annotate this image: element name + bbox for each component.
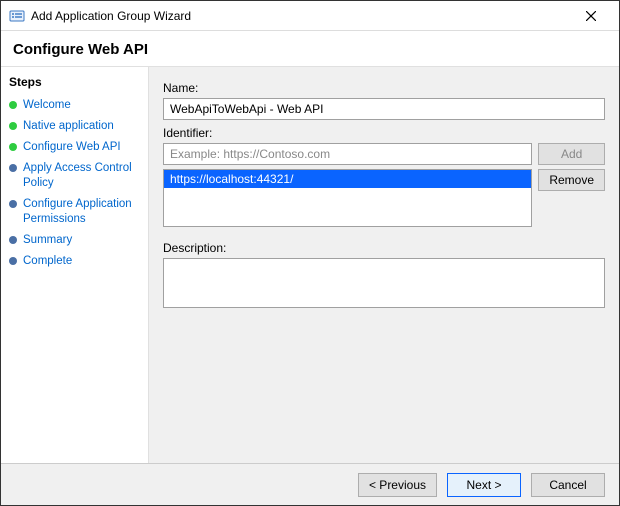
step-bullet-icon xyxy=(9,257,17,265)
step-bullet-icon xyxy=(9,101,17,109)
step-bullet-icon xyxy=(9,122,17,130)
form-panel: Name: Identifier: https://localhost:4432… xyxy=(149,67,619,463)
step-welcome[interactable]: Welcome xyxy=(9,95,140,116)
step-label: Complete xyxy=(23,254,72,269)
window-title: Add Application Group Wizard xyxy=(31,9,571,23)
steps-title: Steps xyxy=(9,75,140,89)
step-summary[interactable]: Summary xyxy=(9,230,140,251)
step-bullet-icon xyxy=(9,200,17,208)
step-label: Native application xyxy=(23,119,114,134)
step-configure-web-api[interactable]: Configure Web API xyxy=(9,137,140,158)
identifier-list-item[interactable]: https://localhost:44321/ xyxy=(164,170,531,188)
previous-button[interactable]: < Previous xyxy=(358,473,437,497)
step-complete[interactable]: Complete xyxy=(9,251,140,272)
close-button[interactable] xyxy=(571,2,611,30)
step-label: Apply Access Control Policy xyxy=(23,161,140,191)
wizard-icon xyxy=(9,8,25,24)
add-identifier-button[interactable]: Add xyxy=(538,143,605,165)
identifier-input[interactable] xyxy=(163,143,532,165)
wizard-body: Steps Welcome Native application Configu… xyxy=(1,67,619,463)
step-native-application[interactable]: Native application xyxy=(9,116,140,137)
step-label: Configure Web API xyxy=(23,140,121,155)
title-bar: Add Application Group Wizard xyxy=(1,1,619,31)
remove-identifier-button[interactable]: Remove xyxy=(538,169,605,191)
cancel-button[interactable]: Cancel xyxy=(531,473,605,497)
identifier-listbox[interactable]: https://localhost:44321/ xyxy=(163,169,532,227)
wizard-footer: < Previous Next > Cancel xyxy=(1,463,619,505)
description-label: Description: xyxy=(163,241,605,255)
step-configure-application-permissions[interactable]: Configure Application Permissions xyxy=(9,194,140,230)
name-input[interactable] xyxy=(163,98,605,120)
page-heading: Configure Web API xyxy=(1,31,619,67)
description-textarea[interactable] xyxy=(163,258,605,308)
step-apply-access-control-policy[interactable]: Apply Access Control Policy xyxy=(9,158,140,194)
step-bullet-icon xyxy=(9,236,17,244)
step-bullet-icon xyxy=(9,143,17,151)
step-label: Summary xyxy=(23,233,72,248)
name-label: Name: xyxy=(163,81,605,95)
next-button[interactable]: Next > xyxy=(447,473,521,497)
step-bullet-icon xyxy=(9,164,17,172)
close-icon xyxy=(586,11,596,21)
step-label: Configure Application Permissions xyxy=(23,197,140,227)
step-label: Welcome xyxy=(23,98,71,113)
steps-sidebar: Steps Welcome Native application Configu… xyxy=(1,67,149,463)
identifier-label: Identifier: xyxy=(163,126,605,140)
